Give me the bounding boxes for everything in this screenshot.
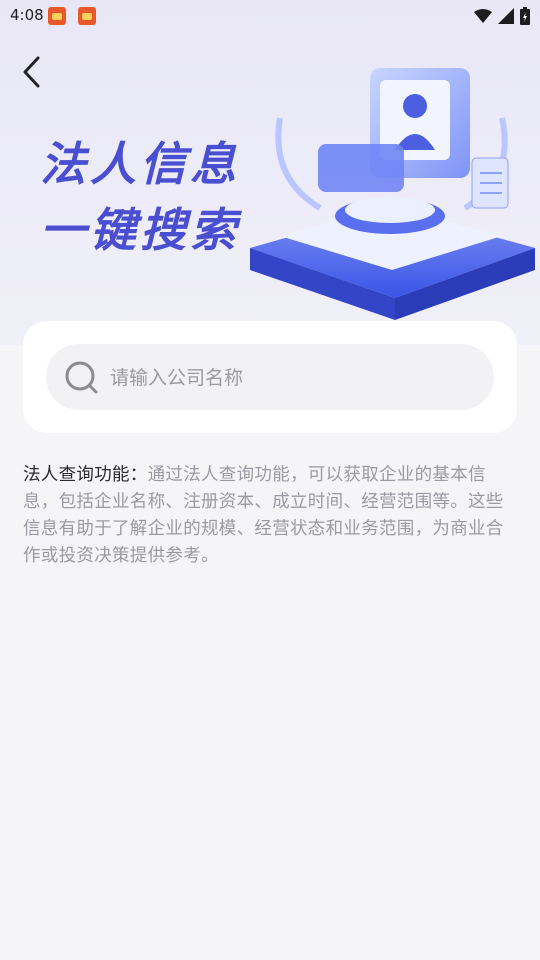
hero-title-line2: 一键搜索: [40, 203, 240, 257]
app-notification-icon: [48, 7, 66, 25]
description-label: 法人查询功能：: [23, 465, 148, 485]
id-card-platform-illustration: [250, 68, 535, 320]
status-time: 4:08: [10, 6, 44, 24]
feature-description: 法人查询功能：通过法人查询功能，可以获取企业的基本信息，包括企业名称、注册资本、…: [23, 462, 517, 570]
battery-charging-icon: [520, 7, 530, 25]
status-bar: 4:08: [0, 0, 540, 32]
search-card: [23, 321, 517, 433]
wifi-icon: [474, 9, 492, 23]
search-box[interactable]: [46, 344, 494, 412]
back-button[interactable]: [14, 52, 54, 92]
signal-icon: [498, 8, 514, 24]
search-icon: [65, 361, 98, 394]
system-icons: [474, 7, 530, 25]
search-input[interactable]: [108, 344, 482, 412]
app-notification-icon: [78, 7, 96, 25]
chevron-left-icon: [23, 56, 40, 88]
hero-title-line1: 法人信息: [40, 137, 240, 191]
